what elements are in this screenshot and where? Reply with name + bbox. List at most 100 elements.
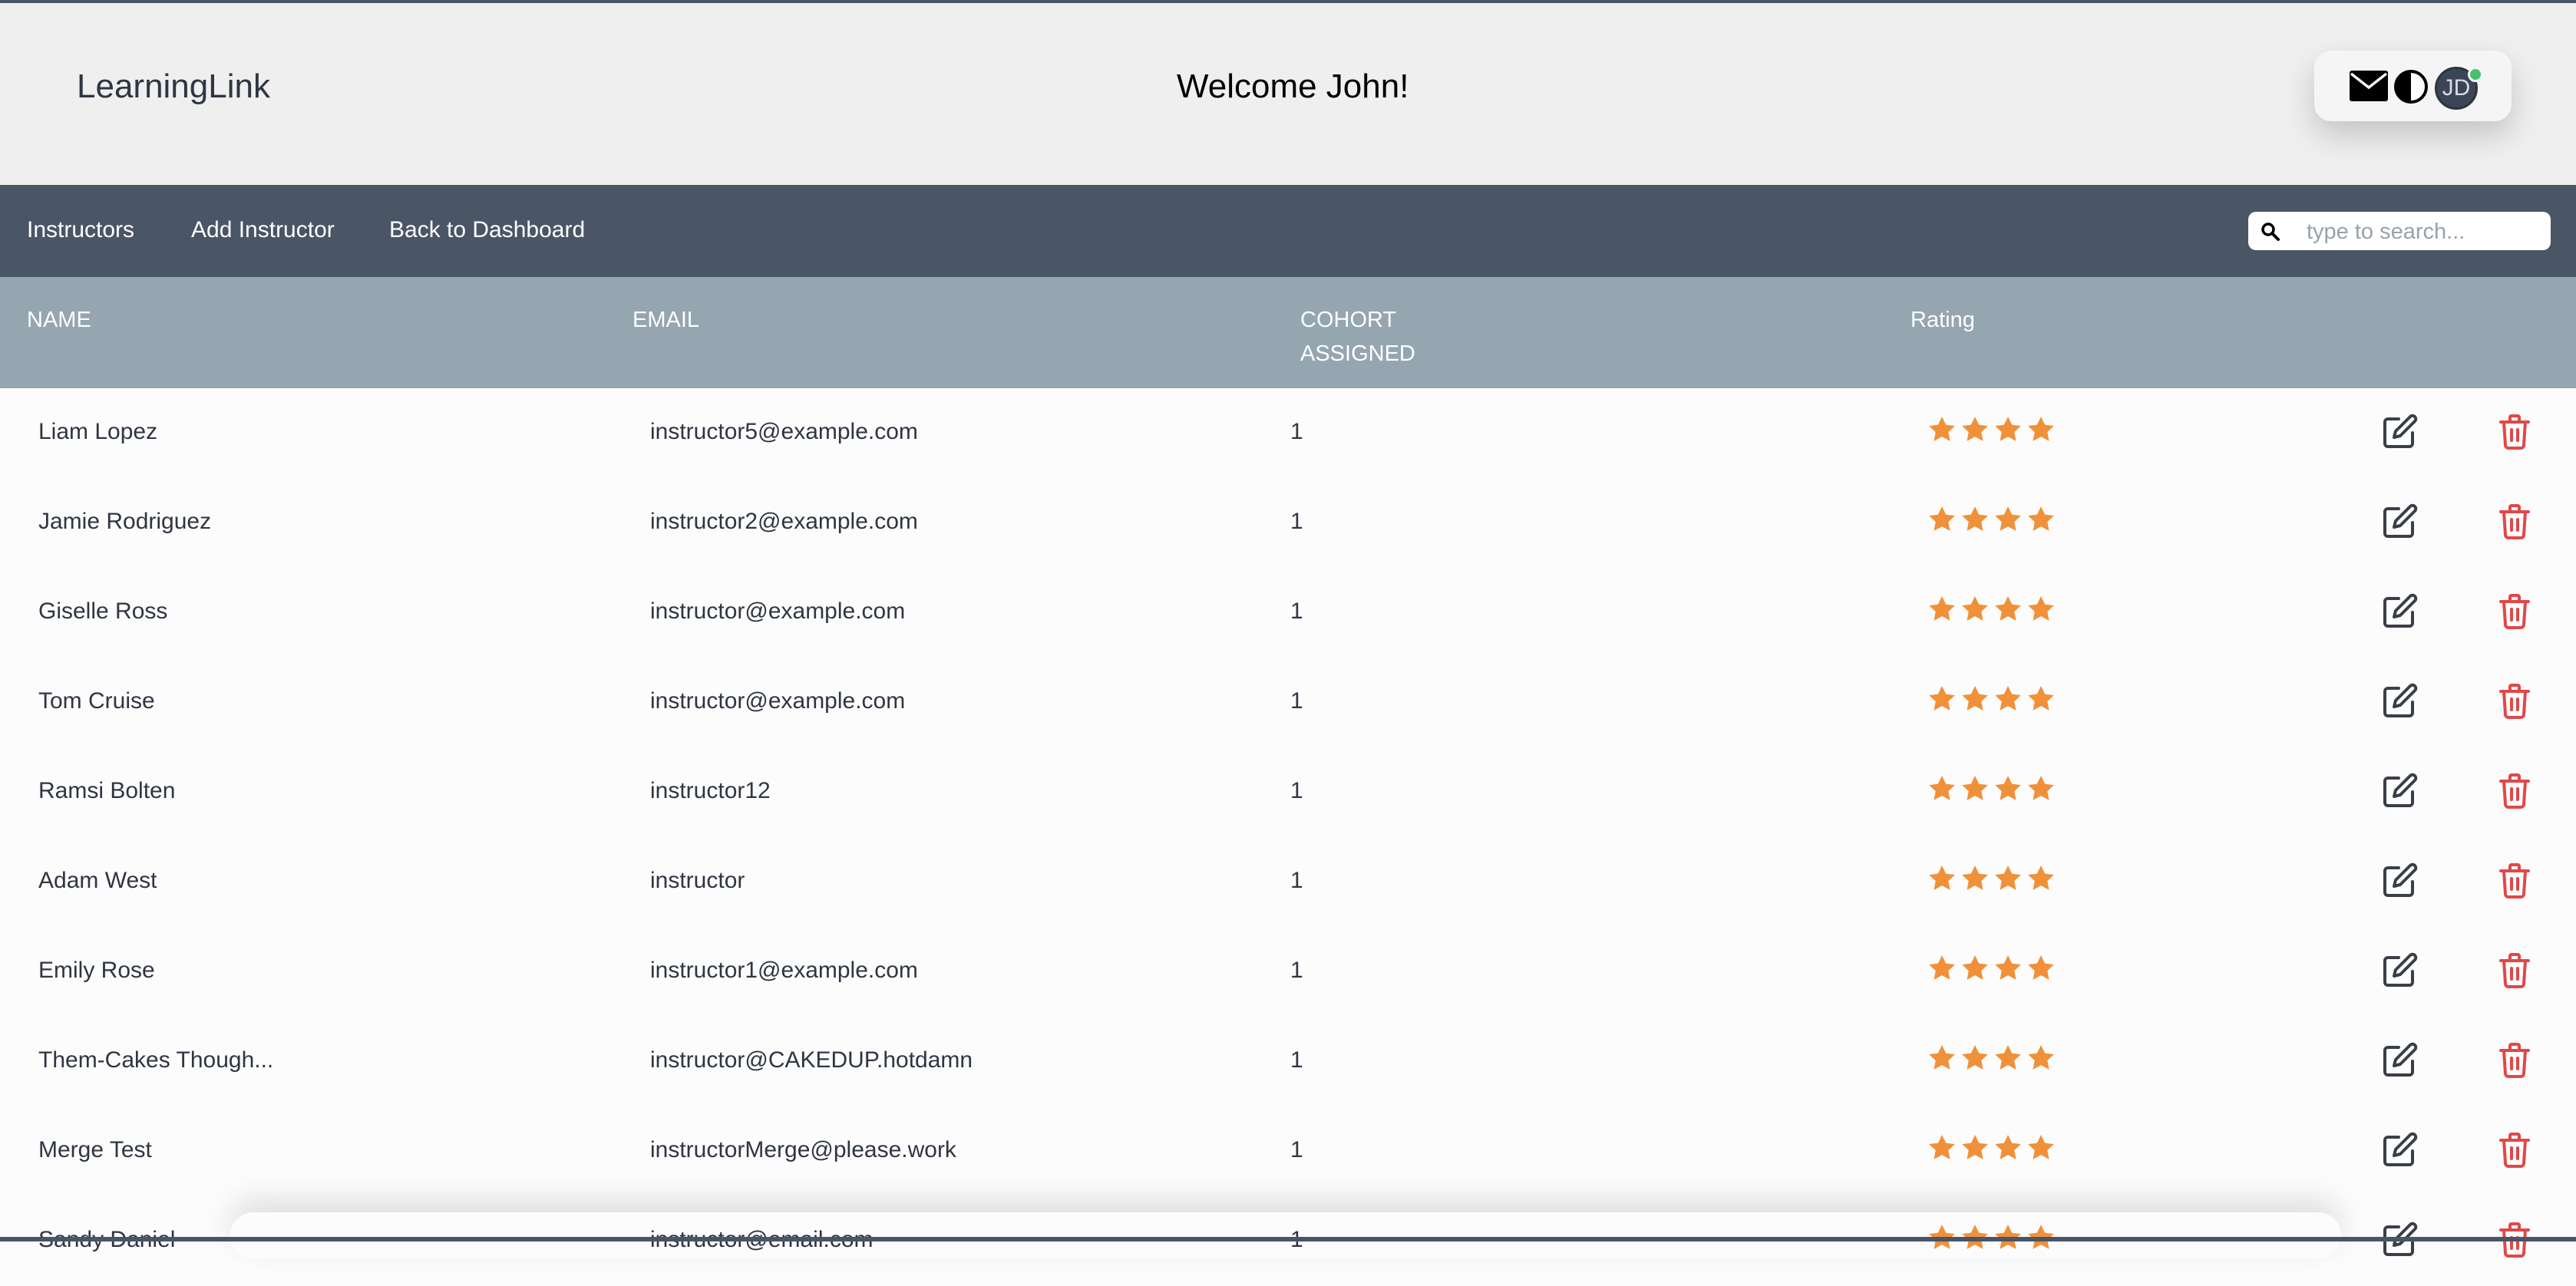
trash-icon xyxy=(2498,1043,2531,1081)
trash-icon xyxy=(2498,1222,2531,1261)
star-icon xyxy=(1993,594,2023,628)
cell-name: Merge Test xyxy=(38,1137,152,1162)
instructor-table-body: Liam Lopez instructor5@example.com 1 Jamie … xyxy=(0,388,2576,1286)
column-header-cohort-assigned[interactable]: COHORT ASSIGNED xyxy=(1300,303,1415,371)
star-icon xyxy=(2026,863,2056,898)
edit-button[interactable] xyxy=(2382,682,2419,723)
cell-email: instructor5@example.com xyxy=(650,419,918,444)
edit-icon xyxy=(2382,1132,2419,1171)
nav-add-instructor[interactable]: Add Instructor xyxy=(191,217,335,243)
brand-logo[interactable]: LearningLink xyxy=(77,68,270,106)
star-icon xyxy=(2026,773,2056,808)
star-icon xyxy=(1927,1043,1957,1077)
star-icon xyxy=(2026,953,2056,988)
star-icon xyxy=(2026,594,2056,628)
rating-stars xyxy=(1927,953,2056,988)
cell-cohort-assigned: 1 xyxy=(1290,509,1303,534)
star-icon xyxy=(1993,773,2023,808)
star-icon xyxy=(1993,1043,2023,1077)
star-icon xyxy=(1927,773,1957,808)
search-input[interactable] xyxy=(2305,212,2538,252)
delete-button[interactable] xyxy=(2498,503,2531,543)
star-icon xyxy=(1960,594,1990,628)
edit-button[interactable] xyxy=(2382,413,2419,453)
delete-button[interactable] xyxy=(2498,682,2531,723)
star-icon xyxy=(1993,1133,2023,1167)
edit-button[interactable] xyxy=(2382,592,2419,633)
table-row: Merge Test instructorMerge@please.work 1 xyxy=(0,1106,2576,1196)
star-icon xyxy=(1993,414,2023,449)
cell-name: Them-Cakes Though... xyxy=(38,1047,274,1073)
edit-button[interactable] xyxy=(2382,951,2419,992)
edit-icon xyxy=(2382,1222,2419,1261)
trash-icon xyxy=(2498,773,2531,812)
trash-icon xyxy=(2498,1133,2531,1171)
navbar: Instructors Add Instructor Back to Dashb… xyxy=(0,185,2576,277)
cell-email: instructor1@example.com xyxy=(650,958,918,983)
edit-button[interactable] xyxy=(2382,1041,2419,1082)
delete-button[interactable] xyxy=(2498,1041,2531,1082)
delete-button[interactable] xyxy=(2498,413,2531,453)
column-header-name[interactable]: NAME xyxy=(27,303,91,337)
cell-email: instructor xyxy=(650,868,745,893)
table-row: Ramsi Bolten instructor12 1 xyxy=(0,747,2576,837)
table-row: Tom Cruise instructor@example.com 1 xyxy=(0,658,2576,747)
table-row: Liam Lopez instructor5@example.com 1 xyxy=(0,388,2576,478)
column-header-rating[interactable]: Rating xyxy=(1911,303,1975,337)
star-icon xyxy=(1993,684,2023,718)
star-icon xyxy=(1960,863,1990,898)
cell-cohort-assigned: 1 xyxy=(1290,958,1303,983)
star-icon xyxy=(1960,773,1990,808)
delete-button[interactable] xyxy=(2498,862,2531,902)
delete-button[interactable] xyxy=(2498,951,2531,992)
star-icon xyxy=(2026,504,2056,539)
star-icon xyxy=(1927,414,1957,449)
star-icon xyxy=(2026,414,2056,449)
column-header-email[interactable]: EMAIL xyxy=(632,303,699,337)
edit-button[interactable] xyxy=(2382,503,2419,543)
edit-button[interactable] xyxy=(2382,1131,2419,1172)
cell-email: instructorMerge@please.work xyxy=(650,1137,956,1162)
edit-button[interactable] xyxy=(2382,862,2419,902)
envelope-icon[interactable] xyxy=(2350,71,2388,105)
star-icon xyxy=(1960,504,1990,539)
cell-cohort-assigned: 1 xyxy=(1290,778,1303,803)
rating-stars xyxy=(1927,504,2056,539)
rating-stars xyxy=(1927,414,2056,449)
nav-instructors[interactable]: Instructors xyxy=(27,217,134,243)
welcome-message: Welcome John! xyxy=(1177,68,1409,105)
rating-stars xyxy=(1927,1133,2056,1167)
edit-icon xyxy=(2382,952,2419,991)
rating-stars xyxy=(1927,594,2056,628)
table-header: NAME EMAIL COHORT ASSIGNED Rating xyxy=(0,277,2576,388)
nav-back-to-dashboard[interactable]: Back to Dashboard xyxy=(389,217,585,243)
star-icon xyxy=(1927,594,1957,628)
star-icon xyxy=(1960,1133,1990,1167)
contrast-icon[interactable] xyxy=(2393,69,2429,108)
edit-button[interactable] xyxy=(2382,772,2419,813)
edit-icon xyxy=(2382,683,2419,722)
table-row: Adam West instructor 1 xyxy=(0,837,2576,927)
cell-email: instructor@example.com xyxy=(650,598,906,624)
search-icon xyxy=(2261,222,2280,246)
cell-cohort-assigned: 1 xyxy=(1290,1047,1303,1073)
trash-icon xyxy=(2498,414,2531,453)
table-row: Them-Cakes Though... instructor@CAKEDUP.h… xyxy=(0,1017,2576,1106)
top-header: LearningLink Welcome John! JD xyxy=(0,0,2576,185)
delete-button[interactable] xyxy=(2498,592,2531,633)
window-bottom-edge xyxy=(0,1237,2576,1241)
user-tools: JD xyxy=(2314,51,2512,121)
star-icon xyxy=(1927,1133,1957,1167)
cell-name: Liam Lopez xyxy=(38,419,158,444)
delete-button[interactable] xyxy=(2498,772,2531,813)
star-icon xyxy=(1960,684,1990,718)
edit-icon xyxy=(2382,503,2419,542)
cell-email: instructor@example.com xyxy=(650,688,906,714)
delete-button[interactable] xyxy=(2498,1131,2531,1172)
star-icon xyxy=(2026,684,2056,718)
edit-icon xyxy=(2382,593,2419,632)
star-icon xyxy=(1993,863,2023,898)
cell-email: instructor12 xyxy=(650,778,771,803)
star-icon xyxy=(2026,1043,2056,1077)
trash-icon xyxy=(2498,953,2531,991)
